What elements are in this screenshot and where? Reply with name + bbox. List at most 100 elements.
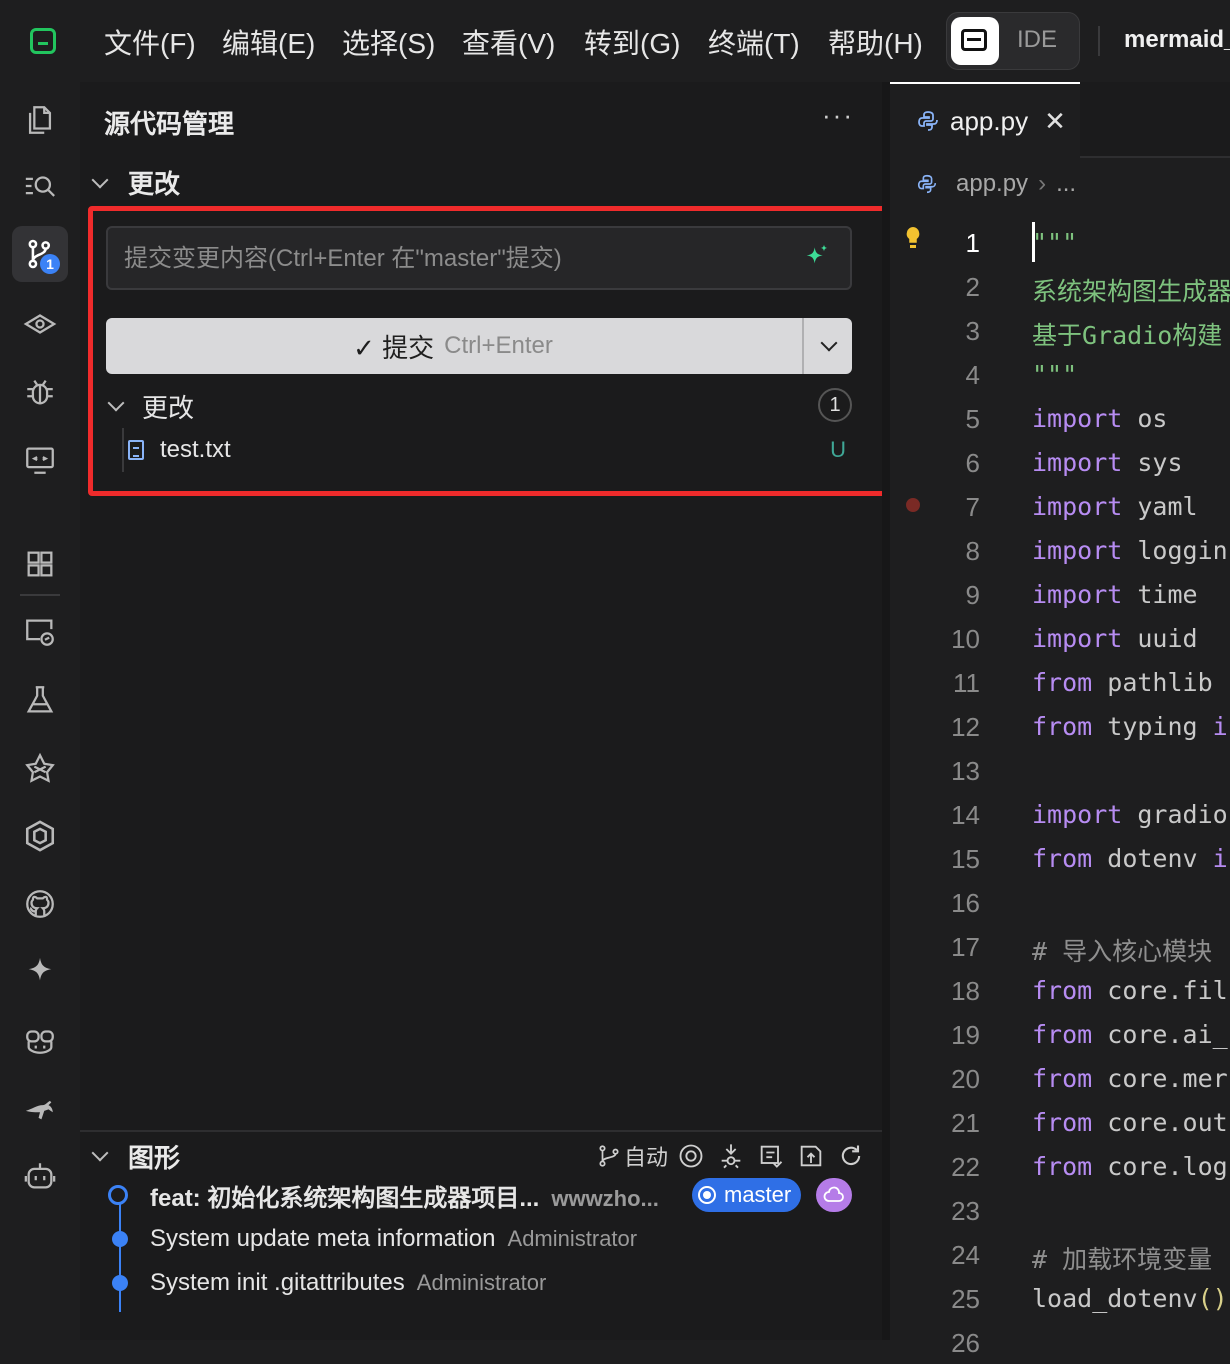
robot-icon[interactable]: [12, 1148, 68, 1204]
breakpoint-icon[interactable]: [906, 498, 920, 512]
graph-commit-row[interactable]: System init .gitattributes Administrator: [80, 1262, 882, 1304]
code-line[interactable]: 17 # 导入核心模块: [890, 924, 1230, 968]
github-icon[interactable]: [12, 876, 68, 932]
explorer-icon[interactable]: [12, 92, 68, 148]
code-line[interactable]: 7 import yaml: [890, 484, 1230, 528]
commit-author: Administrator: [507, 1226, 638, 1251]
commit-button[interactable]: ✓ 提交 Ctrl+Enter: [106, 318, 800, 374]
menu-file[interactable]: 文件(F): [104, 22, 196, 62]
remote-display-icon[interactable]: [12, 432, 68, 488]
code-line[interactable]: 16: [890, 880, 1230, 924]
ide-mode-icon[interactable]: [951, 17, 999, 65]
extensions-icon[interactable]: [12, 536, 68, 592]
graph-section-header[interactable]: 图形 自动: [91, 1136, 882, 1176]
menu-terminal[interactable]: 终端(T): [708, 22, 800, 62]
code-line[interactable]: 4 """: [890, 352, 1230, 396]
menu-edit[interactable]: 编辑(E): [222, 22, 315, 62]
fetch-icon[interactable]: [714, 1139, 748, 1173]
chevron-down-icon[interactable]: [91, 171, 109, 188]
chevron-down-icon[interactable]: [91, 1144, 109, 1162]
code-line[interactable]: 10 import uuid: [890, 616, 1230, 660]
code-line[interactable]: 5 import os: [890, 396, 1230, 440]
commit-message[interactable]: System init .gitattributes Administrator: [150, 1269, 546, 1297]
changes-section-header[interactable]: 更改: [91, 164, 180, 201]
editor-area: app.py ✕ app.py › ... 1 """ 2 系统架构图生成器 3 基于Gr…: [890, 82, 1230, 1358]
auto-mode-label[interactable]: 自动: [624, 1140, 668, 1172]
more-actions-icon[interactable]: ···: [822, 100, 854, 131]
target-icon[interactable]: [674, 1139, 708, 1173]
code-line[interactable]: 2 系统架构图生成器: [890, 264, 1230, 308]
commit-message-input[interactable]: [122, 228, 786, 290]
close-icon[interactable]: ✕: [1044, 106, 1066, 137]
ide-mode-label[interactable]: IDE: [1017, 26, 1057, 54]
code-line[interactable]: 26: [890, 1320, 1230, 1364]
tree-indent-guide: [122, 428, 124, 472]
code-line[interactable]: 24 # 加载环境变量: [890, 1232, 1230, 1276]
code-line[interactable]: 13: [890, 748, 1230, 792]
code-text: """: [1032, 228, 1078, 257]
debug-icon[interactable]: [12, 364, 68, 420]
code-line[interactable]: 19 from core.ai_: [890, 1012, 1230, 1056]
code-line[interactable]: 22 from core.log: [890, 1144, 1230, 1188]
chevron-down-icon[interactable]: [107, 394, 125, 412]
line-number: 17: [951, 932, 980, 962]
ai-generate-sparkle-icon[interactable]: [800, 242, 832, 274]
commit-message-box[interactable]: [106, 226, 852, 290]
breadcrumb-file[interactable]: app.py: [956, 170, 1028, 198]
changed-file-name[interactable]: test.txt: [160, 436, 231, 464]
menu-view[interactable]: 查看(V): [462, 22, 555, 62]
project-name[interactable]: mermaid_: [1124, 26, 1230, 54]
ai-sparkle-icon[interactable]: [12, 944, 68, 1000]
panel-splitter[interactable]: [882, 82, 890, 1340]
deploy-icon[interactable]: [12, 740, 68, 796]
code-line[interactable]: 1 """: [890, 220, 1230, 264]
menu-go[interactable]: 转到(G): [584, 22, 680, 62]
menu-help[interactable]: 帮助(H): [828, 22, 923, 62]
code-line[interactable]: 9 import time: [890, 572, 1230, 616]
commit-author: wwwzho...: [551, 1185, 659, 1211]
branch-icon[interactable]: [596, 1139, 622, 1173]
pull-icon[interactable]: [754, 1139, 788, 1173]
code-line[interactable]: 25 load_dotenv(): [890, 1276, 1230, 1320]
branch-badge[interactable]: master: [692, 1178, 802, 1212]
lightbulb-icon[interactable]: [904, 224, 922, 254]
ide-mode-switch[interactable]: IDE: [946, 12, 1080, 70]
code-line[interactable]: 6 import sys: [890, 440, 1230, 484]
cloud-remote-icon[interactable]: [816, 1178, 852, 1212]
source-control-icon[interactable]: 1: [12, 226, 68, 282]
menu-selection[interactable]: 选择(S): [342, 22, 435, 62]
push-icon[interactable]: [794, 1139, 828, 1173]
kangaroo-icon[interactable]: [12, 1080, 68, 1136]
commit-message[interactable]: feat: 初始化系统架构图生成器项目... wwwzho...: [150, 1178, 659, 1213]
code-line[interactable]: 15 from dotenv i: [890, 836, 1230, 880]
code-text: import os: [1032, 404, 1168, 433]
changed-file-row[interactable]: test.txt U: [122, 428, 852, 472]
commit-button-label: ✓ 提交: [353, 332, 435, 363]
changes-group-header[interactable]: 更改 1: [107, 386, 852, 426]
code-line[interactable]: 3 基于Gradio构建: [890, 308, 1230, 352]
search-icon[interactable]: [12, 158, 68, 214]
hexagon-icon[interactable]: [12, 808, 68, 864]
watch-icon[interactable]: [12, 296, 68, 352]
code-line[interactable]: 12 from typing i: [890, 704, 1230, 748]
commit-options-dropdown[interactable]: [802, 318, 854, 374]
line-number: 8: [965, 536, 980, 566]
refresh-icon[interactable]: [834, 1139, 868, 1173]
code-line[interactable]: 18 from core.fil: [890, 968, 1230, 1012]
graph-commit-row[interactable]: System update meta information Administra…: [80, 1218, 882, 1260]
code-line[interactable]: 21 from core.out: [890, 1100, 1230, 1144]
code-line[interactable]: 20 from core.mer: [890, 1056, 1230, 1100]
code-line[interactable]: 14 import gradio: [890, 792, 1230, 836]
graph-commit-row[interactable]: feat: 初始化系统架构图生成器项目... wwwzho... master: [80, 1174, 882, 1216]
testing-icon[interactable]: [12, 672, 68, 728]
commit-message[interactable]: System update meta information Administra…: [150, 1225, 637, 1253]
code-line[interactable]: 23: [890, 1188, 1230, 1232]
remote-explorer-icon[interactable]: [12, 604, 68, 660]
breadcrumb-symbols[interactable]: ...: [1056, 170, 1076, 198]
editor-tab-app-py[interactable]: app.py ✕: [890, 82, 1080, 158]
copilot-icon[interactable]: [12, 1012, 68, 1068]
code-line[interactable]: 11 from pathlib: [890, 660, 1230, 704]
line-number: 2: [965, 272, 980, 302]
app-logo-icon: [30, 28, 56, 54]
code-line[interactable]: 8 import loggin: [890, 528, 1230, 572]
